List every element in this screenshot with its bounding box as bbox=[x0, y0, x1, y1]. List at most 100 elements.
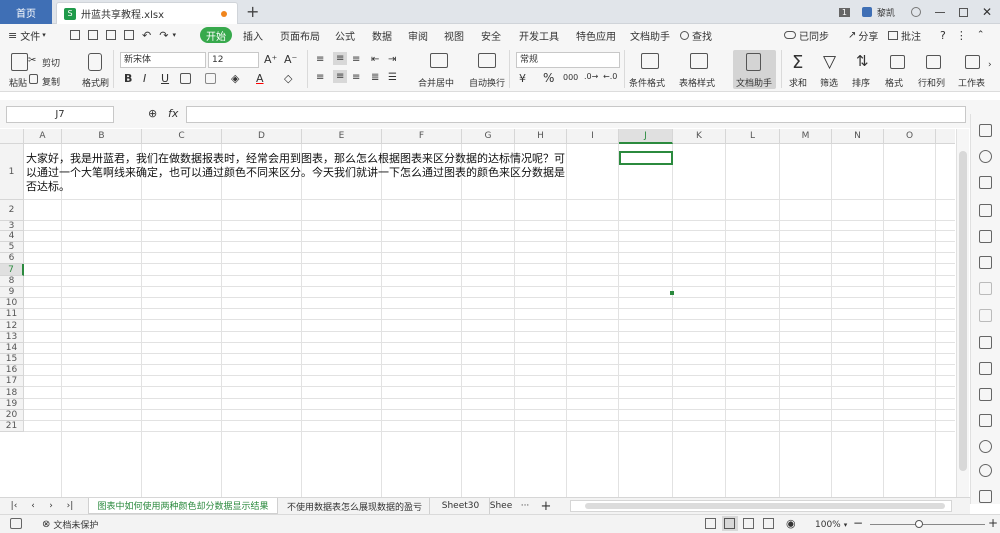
restore-icon[interactable] bbox=[958, 7, 968, 17]
horizontal-scrollbar[interactable] bbox=[570, 500, 952, 512]
first-sheet-icon[interactable]: |‹ bbox=[6, 498, 22, 514]
menu-item-formula[interactable]: 公式 bbox=[335, 24, 355, 46]
align-right-icon[interactable]: ≡ bbox=[352, 72, 360, 83]
underline-button[interactable]: U bbox=[161, 72, 169, 85]
justify-icon[interactable]: ≣ bbox=[371, 72, 379, 83]
zoom-out-button[interactable]: − bbox=[853, 516, 863, 530]
name-box[interactable]: J7 bbox=[6, 106, 114, 123]
sheet-tab[interactable]: Sheet30 bbox=[432, 498, 490, 514]
file-menu[interactable]: ≡ 文件 ▾ bbox=[8, 24, 46, 46]
menu-item-security[interactable]: 安全 bbox=[481, 24, 501, 46]
export-panel-icon[interactable] bbox=[979, 362, 992, 375]
sheet-tab-active[interactable]: 图表中如何使用两种颜色却分数据显示结果 bbox=[88, 498, 278, 514]
menu-item-review[interactable]: 审阅 bbox=[408, 24, 428, 46]
row-header-1[interactable]: 1 bbox=[0, 144, 24, 200]
search-box[interactable]: 查找 bbox=[680, 24, 712, 46]
column-header-b[interactable]: B bbox=[62, 129, 142, 144]
column-header-d[interactable]: D bbox=[222, 129, 302, 144]
sort-icon[interactable]: ⇅ bbox=[856, 52, 869, 70]
increase-decimal-icon[interactable]: .0→ bbox=[584, 72, 598, 81]
row-header-21[interactable]: 21 bbox=[0, 421, 24, 432]
menu-item-start[interactable]: 开始 bbox=[200, 27, 232, 43]
cut-button[interactable]: 剪切 bbox=[42, 56, 60, 69]
row-header-10[interactable]: 10 bbox=[0, 298, 24, 309]
row-header-19[interactable]: 19 bbox=[0, 399, 24, 410]
row-header-16[interactable]: 16 bbox=[0, 365, 24, 376]
vertical-scroll-thumb[interactable] bbox=[959, 151, 967, 471]
zoom-slider-track[interactable] bbox=[870, 524, 985, 525]
align-middle-icon[interactable]: ≡ bbox=[333, 52, 348, 65]
sort-button[interactable]: 排序 bbox=[852, 76, 870, 89]
print-icon[interactable] bbox=[106, 30, 116, 40]
row-header-13[interactable]: 13 bbox=[0, 332, 24, 343]
zoom-level[interactable]: 100% ▾ bbox=[815, 517, 847, 532]
merge-grid-icon[interactable] bbox=[205, 73, 216, 84]
row-header-2[interactable]: 2 bbox=[0, 200, 24, 221]
cell-a1-text[interactable]: 大家好，我是卅蓝君，我们在做数据报表时，经常会用到图表，那么怎么根据图表来区分数… bbox=[26, 152, 571, 194]
currency-icon[interactable]: ¥ bbox=[519, 72, 526, 85]
doc-assistant-icon[interactable] bbox=[746, 53, 761, 71]
row-col-button[interactable]: 行和列 bbox=[918, 76, 945, 89]
wrap-text-icon[interactable] bbox=[478, 53, 496, 68]
row-header-18[interactable]: 18 bbox=[0, 387, 24, 399]
decrease-decimal-icon[interactable]: ←.0 bbox=[603, 72, 617, 81]
conditional-format-icon[interactable] bbox=[641, 53, 659, 69]
row-header-8[interactable]: 8 bbox=[0, 276, 24, 287]
row-header-11[interactable]: 11 bbox=[0, 309, 24, 320]
filter-icon[interactable]: ▽ bbox=[823, 52, 836, 72]
distributed-icon[interactable]: ☰ bbox=[388, 72, 397, 83]
qa-more-icon[interactable]: ▾ bbox=[172, 31, 176, 39]
fx-button[interactable]: fx bbox=[168, 107, 178, 120]
row-header-15[interactable]: 15 bbox=[0, 354, 24, 365]
column-header-i[interactable]: I bbox=[567, 129, 619, 144]
page-break-view-icon[interactable] bbox=[763, 518, 774, 529]
document-protection[interactable]: ⊗ 文档未保护 bbox=[42, 517, 98, 532]
column-header-g[interactable]: G bbox=[462, 129, 515, 144]
bold-button[interactable]: B bbox=[124, 72, 132, 85]
indent-left-icon[interactable]: ⇤ bbox=[371, 54, 379, 65]
eye-protection-icon[interactable]: ◉ bbox=[786, 517, 796, 530]
doc-panel-icon[interactable] bbox=[979, 336, 992, 349]
window-count-badge[interactable]: 1 bbox=[838, 7, 850, 17]
menu-item-features[interactable]: 特色应用 bbox=[576, 24, 616, 46]
sheet-tab[interactable]: 不使用数据表怎么展现数据的盈亏 bbox=[280, 498, 430, 514]
column-header-f[interactable]: F bbox=[382, 129, 462, 144]
worksheet-icon[interactable] bbox=[965, 55, 980, 69]
italic-button[interactable]: I bbox=[143, 72, 146, 85]
history-panel-icon[interactable] bbox=[979, 464, 992, 477]
fullscreen-icon[interactable] bbox=[705, 518, 716, 529]
format-button[interactable]: 格式 bbox=[885, 76, 903, 89]
more-icon[interactable]: ⋮ bbox=[956, 29, 967, 42]
align-bottom-icon[interactable]: ≡ bbox=[352, 54, 360, 65]
format-painter-button[interactable]: 格式刷 bbox=[82, 76, 109, 89]
row-header-7[interactable]: 7 bbox=[0, 264, 24, 276]
ribbon-scroll-right-icon[interactable]: › bbox=[988, 60, 992, 70]
last-sheet-icon[interactable]: ›| bbox=[62, 498, 78, 514]
row-header-4[interactable]: 4 bbox=[0, 231, 24, 242]
clear-format-icon[interactable]: ◇ bbox=[284, 72, 292, 85]
row-col-icon[interactable] bbox=[926, 55, 941, 69]
number-format-select[interactable]: 常规 bbox=[516, 52, 620, 68]
sum-icon[interactable]: Σ bbox=[792, 52, 803, 73]
settings-panel-icon[interactable] bbox=[979, 282, 992, 295]
percent-button[interactable]: % bbox=[543, 71, 554, 85]
column-header-e[interactable]: E bbox=[302, 129, 382, 144]
align-center-icon[interactable]: ≡ bbox=[333, 70, 348, 83]
user-avatar-icon[interactable] bbox=[861, 7, 872, 17]
align-left-icon[interactable]: ≡ bbox=[316, 72, 324, 83]
fill-color-icon[interactable]: ◈ bbox=[231, 72, 239, 85]
conditional-format-button[interactable]: 条件格式 bbox=[629, 76, 665, 89]
list-panel-icon[interactable] bbox=[979, 309, 992, 322]
column-header-m[interactable]: M bbox=[780, 129, 832, 144]
menu-item-insert[interactable]: 插入 bbox=[243, 24, 263, 46]
column-header-j[interactable]: J bbox=[619, 129, 673, 144]
column-header-l[interactable]: L bbox=[726, 129, 780, 144]
copy-icon[interactable] bbox=[29, 74, 38, 84]
row-header-12[interactable]: 12 bbox=[0, 320, 24, 332]
font-shrink-icon[interactable]: A⁻ bbox=[284, 53, 297, 66]
sheet-more-button[interactable]: ··· bbox=[516, 498, 534, 514]
home-tab[interactable]: 首页 bbox=[0, 0, 52, 24]
wrap-text-button[interactable]: 自动换行 bbox=[469, 76, 505, 89]
table-panel-icon[interactable] bbox=[979, 204, 992, 217]
help-icon[interactable]: ? bbox=[940, 29, 946, 42]
